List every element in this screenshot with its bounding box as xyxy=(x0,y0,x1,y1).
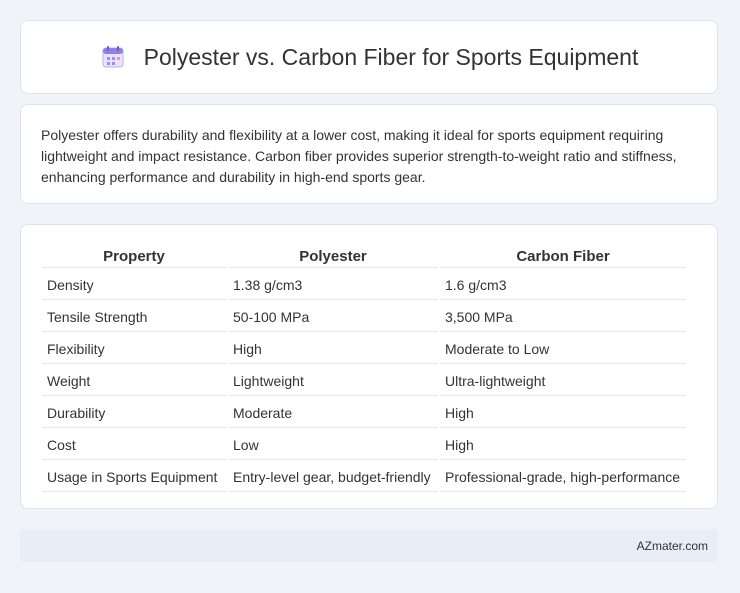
table-cell: Density xyxy=(42,270,226,300)
column-header-carbon-fiber: Carbon Fiber xyxy=(440,245,686,268)
table-cell: Entry-level gear, budget-friendly xyxy=(228,462,438,492)
comparison-table: Property Polyester Carbon Fiber Density … xyxy=(40,243,688,494)
table-row: Cost Low High xyxy=(42,430,686,460)
table-cell: Moderate to Low xyxy=(440,334,686,364)
table-cell: Weight xyxy=(42,366,226,396)
table-cell: 1.6 g/cm3 xyxy=(440,270,686,300)
table-cell: Low xyxy=(228,430,438,460)
table-cell: Usage in Sports Equipment xyxy=(42,462,226,492)
table-row: Weight Lightweight Ultra-lightweight xyxy=(42,366,686,396)
footer-site-link[interactable]: AZmater.com xyxy=(637,539,708,553)
table-header-row: Property Polyester Carbon Fiber xyxy=(42,245,686,268)
table-cell: High xyxy=(440,430,686,460)
table-cell: Tensile Strength xyxy=(42,302,226,332)
title-wrap: Polyester vs. Carbon Fiber for Sports Eq… xyxy=(100,43,639,71)
table-row: Usage in Sports Equipment Entry-level ge… xyxy=(42,462,686,492)
title-card: Polyester vs. Carbon Fiber for Sports Eq… xyxy=(20,20,718,94)
table-row: Density 1.38 g/cm3 1.6 g/cm3 xyxy=(42,270,686,300)
summary-card: Polyester offers durability and flexibil… xyxy=(20,104,718,204)
table-card: Property Polyester Carbon Fiber Density … xyxy=(20,224,718,509)
table-cell: Professional-grade, high-performance xyxy=(440,462,686,492)
column-header-polyester: Polyester xyxy=(228,245,438,268)
table-cell: Durability xyxy=(42,398,226,428)
table-cell: Lightweight xyxy=(228,366,438,396)
summary-text: Polyester offers durability and flexibil… xyxy=(41,127,677,185)
footer: AZmater.com xyxy=(20,529,718,562)
table-cell: High xyxy=(228,334,438,364)
table-cell: Ultra-lightweight xyxy=(440,366,686,396)
table-cell: Cost xyxy=(42,430,226,460)
table-row: Tensile Strength 50-100 MPa 3,500 MPa xyxy=(42,302,686,332)
table-cell: 50-100 MPa xyxy=(228,302,438,332)
table-cell: 1.38 g/cm3 xyxy=(228,270,438,300)
table-cell: High xyxy=(440,398,686,428)
table-cell: Moderate xyxy=(228,398,438,428)
table-row: Flexibility High Moderate to Low xyxy=(42,334,686,364)
calendar-icon xyxy=(102,46,124,68)
column-header-property: Property xyxy=(42,245,226,268)
table-cell: 3,500 MPa xyxy=(440,302,686,332)
table-cell: Flexibility xyxy=(42,334,226,364)
page-title: Polyester vs. Carbon Fiber for Sports Eq… xyxy=(143,43,639,70)
table-row: Durability Moderate High xyxy=(42,398,686,428)
